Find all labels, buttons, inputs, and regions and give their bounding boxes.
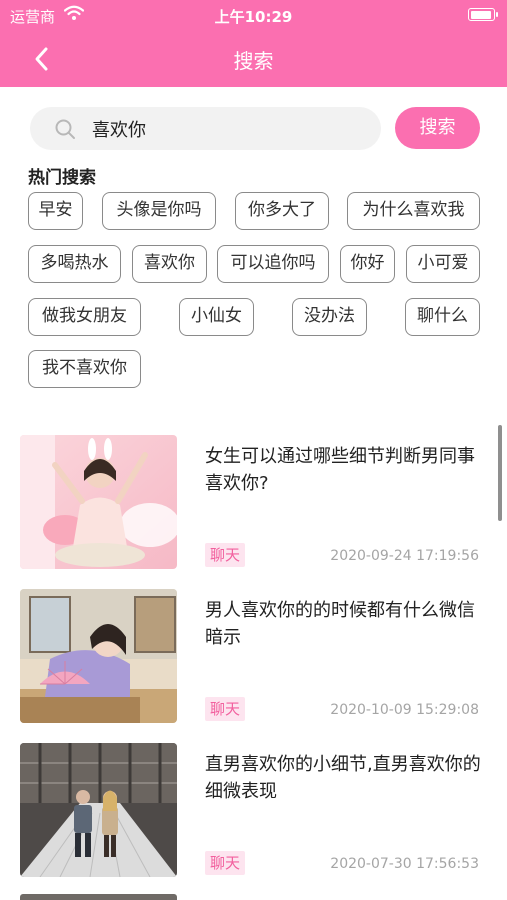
navigation-bar: 搜索 — [0, 30, 507, 87]
hot-search-title: 热门搜索 — [28, 168, 96, 188]
article-item[interactable]: 女生可以通过哪些细节判断男同事喜欢你? 聊天 2020-09-24 17:19:… — [0, 435, 507, 585]
scrollbar[interactable] — [498, 425, 502, 521]
hot-tag[interactable]: 你好 — [340, 245, 395, 283]
hot-tag[interactable]: 早安 — [28, 192, 83, 230]
article-item[interactable]: 直男喜欢你的小细节,直男喜欢你的细微表现 聊天 2020-07-30 17:56… — [0, 743, 507, 893]
girl-bunny-ears-photo — [20, 435, 177, 569]
hot-tag[interactable]: 头像是你吗 — [102, 192, 216, 230]
search-icon — [54, 118, 76, 140]
hot-tag[interactable]: 聊什么 — [405, 298, 480, 336]
article-title: 女生可以通过哪些细节判断男同事喜欢你? — [205, 446, 475, 494]
girl-with-fan-photo — [20, 589, 177, 723]
article-title: 直男喜欢你的小细节,直男喜欢你的细微表现 — [205, 754, 481, 802]
article-date: 2020-09-24 17:19:56 — [330, 548, 479, 564]
category-badge: 聊天 — [205, 697, 246, 721]
category-badge: 聊天 — [205, 851, 246, 875]
hot-tag[interactable]: 可以追你吗 — [217, 245, 329, 283]
hot-tag[interactable]: 没办法 — [292, 298, 367, 336]
search-button[interactable]: 搜索 — [395, 107, 480, 149]
hot-tag[interactable]: 为什么喜欢我 — [347, 192, 480, 230]
page-title: 搜索 — [233, 49, 274, 73]
hot-tag[interactable]: 我不喜欢你 — [28, 350, 141, 388]
article-item[interactable]: 男人喜欢你的的时候都有什么微信暗示 聊天 2020-10-09 15:29:08 — [0, 589, 507, 739]
hot-tag[interactable]: 小仙女 — [179, 298, 254, 336]
article-date: 2020-07-30 17:56:53 — [330, 856, 479, 872]
status-bar: 运营商 上午10:29 — [0, 0, 507, 30]
category-badge: 聊天 — [205, 543, 246, 567]
hot-tag[interactable]: 小可爱 — [406, 245, 480, 283]
article-date: 2020-10-09 15:29:08 — [330, 702, 479, 718]
hot-tag[interactable]: 做我女朋友 — [28, 298, 141, 336]
couple-on-bridge-photo — [20, 743, 177, 877]
article-title: 男人喜欢你的的时候都有什么微信暗示 — [205, 600, 475, 648]
hot-tag[interactable]: 你多大了 — [235, 192, 329, 230]
hot-tag[interactable]: 喜欢你 — [132, 245, 207, 283]
battery-icon — [468, 8, 498, 21]
article-thumbnail-peek — [20, 894, 177, 900]
clock: 上午10:29 — [214, 8, 293, 26]
search-box[interactable] — [30, 107, 381, 150]
search-row: 搜索 — [0, 87, 507, 157]
search-input[interactable] — [92, 107, 362, 150]
hot-tag[interactable]: 多喝热水 — [28, 245, 121, 283]
